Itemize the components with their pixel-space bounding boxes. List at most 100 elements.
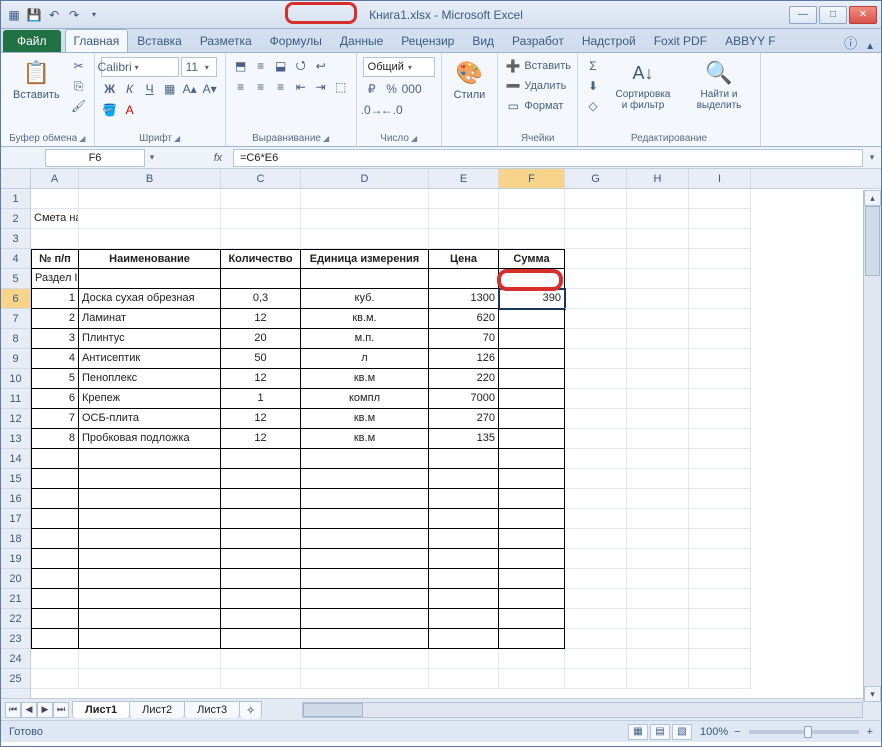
cell[interactable] — [221, 209, 301, 229]
cell[interactable] — [689, 489, 751, 509]
row-header-9[interactable]: 9 — [1, 349, 30, 369]
cell[interactable] — [565, 369, 627, 389]
view-normal-icon[interactable]: ▦ — [628, 724, 648, 740]
cell[interactable] — [565, 629, 627, 649]
cell[interactable] — [79, 649, 221, 669]
tab-home[interactable]: Главная — [65, 29, 129, 52]
cell[interactable] — [627, 609, 689, 629]
cell[interactable]: Крепеж — [79, 389, 221, 409]
cell[interactable] — [301, 489, 429, 509]
cell[interactable] — [429, 229, 499, 249]
row-header-25[interactable]: 25 — [1, 669, 30, 689]
cell[interactable]: кв.м — [301, 369, 429, 389]
row-header-14[interactable]: 14 — [1, 449, 30, 469]
cell[interactable]: 1 — [221, 389, 301, 409]
tab-abbyy[interactable]: ABBYY F — [716, 29, 784, 52]
align-center-icon[interactable]: ≡ — [252, 78, 270, 96]
worksheet-grid[interactable]: 1234567891011121314151617181920212223242… — [1, 169, 881, 698]
cell[interactable] — [301, 589, 429, 609]
cell[interactable] — [499, 589, 565, 609]
cell[interactable] — [79, 209, 221, 229]
shrink-font-icon[interactable]: A▾ — [201, 80, 219, 98]
cell[interactable] — [565, 489, 627, 509]
cell[interactable] — [627, 249, 689, 269]
cell[interactable] — [627, 629, 689, 649]
cell[interactable] — [499, 509, 565, 529]
cell[interactable]: куб. — [301, 289, 429, 309]
cell[interactable] — [31, 529, 79, 549]
cell[interactable]: м.п. — [301, 329, 429, 349]
cell[interactable] — [627, 529, 689, 549]
row-header-10[interactable]: 10 — [1, 369, 30, 389]
cell[interactable] — [429, 629, 499, 649]
cell[interactable] — [565, 569, 627, 589]
cell[interactable] — [429, 509, 499, 529]
col-header-D[interactable]: D — [301, 169, 429, 188]
cell[interactable] — [627, 369, 689, 389]
redo-icon[interactable]: ↷ — [65, 6, 83, 24]
cell[interactable]: 620 — [429, 309, 499, 329]
cell[interactable] — [31, 549, 79, 569]
cell[interactable] — [689, 649, 751, 669]
cell[interactable]: Ламинат — [79, 309, 221, 329]
file-tab[interactable]: Файл — [3, 30, 61, 52]
scroll-down-icon[interactable]: ▾ — [864, 686, 881, 702]
grow-font-icon[interactable]: A▴ — [181, 80, 199, 98]
cell[interactable] — [689, 609, 751, 629]
qat-more-icon[interactable]: ▾ — [85, 6, 103, 24]
cell[interactable] — [565, 309, 627, 329]
cell[interactable] — [565, 349, 627, 369]
cell[interactable] — [429, 569, 499, 589]
cell[interactable] — [79, 509, 221, 529]
cell[interactable] — [689, 549, 751, 569]
cell[interactable] — [79, 629, 221, 649]
bold-icon[interactable]: Ж — [101, 80, 119, 98]
cell[interactable] — [627, 329, 689, 349]
decrease-decimal-icon[interactable]: ←.0 — [383, 101, 401, 119]
row-header-24[interactable]: 24 — [1, 649, 30, 669]
col-header-F[interactable]: F — [499, 169, 565, 188]
cell[interactable] — [31, 669, 79, 689]
cell[interactable]: 135 — [429, 429, 499, 449]
cell[interactable]: Раздел I: Затраты на материалы — [31, 269, 79, 289]
fill-color-icon[interactable]: 🪣 — [101, 101, 119, 119]
cell[interactable] — [31, 229, 79, 249]
cell[interactable] — [221, 569, 301, 589]
cell[interactable] — [31, 589, 79, 609]
cell[interactable]: 390 — [499, 289, 565, 309]
cell[interactable] — [565, 249, 627, 269]
copy-icon[interactable]: ⎘ — [70, 77, 88, 95]
cell[interactable] — [689, 329, 751, 349]
cell[interactable] — [627, 549, 689, 569]
cell[interactable] — [689, 189, 751, 209]
cell[interactable]: Сумма — [499, 249, 565, 269]
row-header-20[interactable]: 20 — [1, 569, 30, 589]
cell[interactable] — [499, 669, 565, 689]
cell[interactable] — [627, 489, 689, 509]
cell[interactable] — [301, 569, 429, 589]
cell[interactable] — [221, 509, 301, 529]
cell[interactable]: Смета на работы — [31, 209, 79, 229]
cell[interactable]: 3 — [31, 329, 79, 349]
cell[interactable] — [221, 469, 301, 489]
cell[interactable] — [627, 509, 689, 529]
cell[interactable]: Плинтус — [79, 329, 221, 349]
cell[interactable] — [79, 449, 221, 469]
cell[interactable] — [221, 549, 301, 569]
cell[interactable] — [689, 509, 751, 529]
cell[interactable] — [689, 309, 751, 329]
row-header-7[interactable]: 7 — [1, 309, 30, 329]
minimize-button[interactable]: — — [789, 6, 817, 24]
cell[interactable] — [689, 209, 751, 229]
cell[interactable] — [31, 489, 79, 509]
close-button[interactable]: ✕ — [849, 6, 877, 24]
cell[interactable]: 20 — [221, 329, 301, 349]
cell[interactable]: 7 — [31, 409, 79, 429]
cell[interactable] — [301, 189, 429, 209]
col-header-B[interactable]: B — [79, 169, 221, 188]
ribbon-min-icon[interactable]: ▲ — [865, 41, 875, 52]
zoom-level[interactable]: 100% — [700, 726, 728, 738]
align-top-icon[interactable]: ⬒ — [232, 57, 250, 75]
cell[interactable] — [689, 409, 751, 429]
cell[interactable] — [79, 549, 221, 569]
